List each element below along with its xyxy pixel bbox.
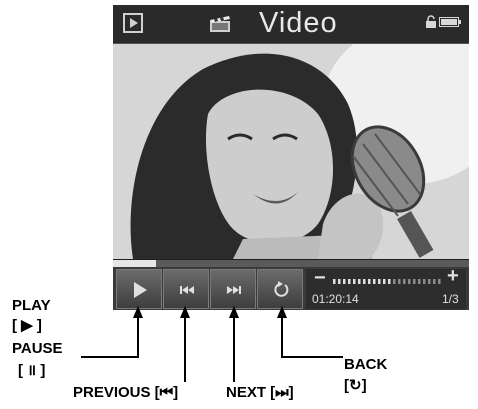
play-mode-icon — [123, 13, 143, 33]
volume-tick — [393, 279, 396, 284]
volume-tick — [403, 279, 406, 284]
play-callout-symbol: [ ▶ ] — [12, 317, 42, 334]
progress-fill — [113, 260, 156, 267]
volume-tick — [433, 279, 436, 284]
info-panel: − + 01:20:14 1/3 — [306, 265, 466, 309]
back-button[interactable] — [257, 269, 303, 309]
volume-up-button[interactable]: + — [447, 265, 459, 288]
next-icon — [227, 286, 241, 294]
video-image — [113, 24, 469, 259]
lock-icon — [426, 15, 436, 28]
volume-tick — [398, 279, 401, 284]
back-callout-label: BACK — [344, 356, 388, 373]
volume-tick — [358, 279, 361, 284]
pause-callout-symbol: [ ॥ ] — [18, 362, 46, 379]
volume-tick — [368, 279, 371, 284]
back-callout-symbol: [↻] — [344, 377, 367, 394]
volume-tick — [363, 279, 366, 284]
play-button[interactable] — [116, 269, 162, 309]
volume-tick — [418, 279, 421, 284]
volume-tick — [378, 279, 381, 284]
play-callout-label: PLAY — [12, 297, 51, 314]
previous-callout-arrow — [180, 306, 190, 318]
volume-slider[interactable] — [333, 279, 443, 284]
next-callout-arrow — [229, 306, 239, 318]
battery-icon — [439, 17, 461, 27]
play-callout-line — [137, 318, 139, 358]
volume-down-button[interactable]: − — [314, 267, 326, 290]
clapperboard-icon — [210, 16, 230, 32]
back-icon — [274, 281, 289, 297]
volume-tick — [348, 279, 351, 284]
pause-callout-line — [81, 356, 139, 358]
volume-tick — [428, 279, 431, 284]
back-callout-line-vertical — [281, 318, 283, 358]
volume-tick — [333, 279, 336, 284]
previous-icon — [180, 286, 194, 294]
volume-tick — [338, 279, 341, 284]
volume-tick — [388, 279, 391, 284]
next-callout-line — [233, 318, 235, 382]
volume-tick — [383, 279, 386, 284]
volume-tick — [438, 279, 441, 284]
progress-bar[interactable] — [113, 260, 469, 267]
pause-callout-label: PAUSE — [12, 340, 63, 357]
title-bar: Video — [113, 5, 469, 44]
play-icon — [134, 282, 147, 298]
video-frame[interactable] — [113, 24, 469, 259]
volume-tick — [373, 279, 376, 284]
previous-button[interactable] — [163, 269, 209, 309]
volume-tick — [423, 279, 426, 284]
time-display: 01:20:14 — [312, 292, 359, 306]
previous-callout-label: PREVIOUS [⏮] — [73, 384, 179, 401]
page-title: Video — [259, 7, 338, 39]
control-bar: − + 01:20:14 1/3 — [113, 265, 469, 310]
next-button[interactable] — [210, 269, 256, 309]
volume-tick — [413, 279, 416, 284]
back-callout-line-horizontal — [281, 356, 343, 358]
back-callout-arrow — [277, 306, 287, 318]
page-indicator: 1/3 — [442, 292, 459, 306]
device-screen: Video − + 01:20:14 1/3 — [113, 5, 469, 310]
previous-callout-line — [184, 318, 186, 382]
volume-tick — [353, 279, 356, 284]
next-callout-label: NEXT [⏭] — [226, 384, 294, 401]
volume-tick — [408, 279, 411, 284]
play-callout-arrow — [133, 306, 143, 318]
volume-tick — [343, 279, 346, 284]
